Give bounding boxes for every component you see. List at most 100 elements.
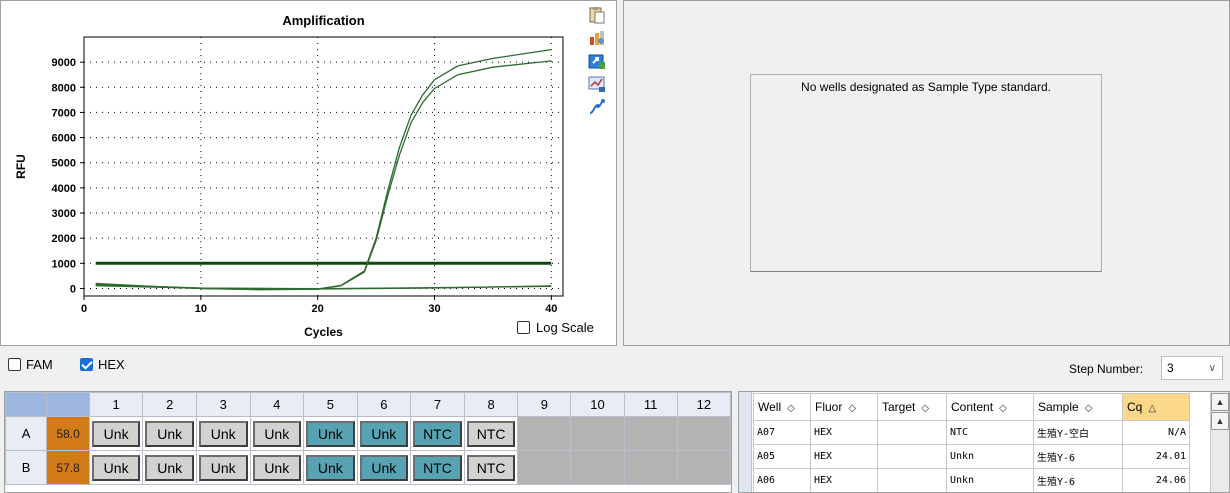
plate-well[interactable]: Unk xyxy=(142,416,197,451)
plate-well[interactable]: Unk xyxy=(195,416,251,451)
results-column-header[interactable]: Well ◇ xyxy=(753,393,811,421)
plate-well-empty[interactable] xyxy=(623,450,678,485)
plate-well[interactable]: Unk xyxy=(303,450,358,485)
step-number-select[interactable]: 3 ∨ xyxy=(1161,356,1223,380)
results-scrollbar[interactable]: ▲ ▲ xyxy=(1210,392,1229,492)
plate-well[interactable]: Unk xyxy=(142,450,197,485)
sort-icon[interactable]: ◇ xyxy=(848,403,856,414)
plate-well[interactable]: Unk xyxy=(356,416,412,451)
y-tick-label: 9000 xyxy=(52,57,76,69)
sort-icon[interactable]: ◇ xyxy=(921,403,929,414)
well-content-label: Unk xyxy=(145,420,194,447)
plate-column-header[interactable]: 2 xyxy=(142,392,197,417)
plate-corner xyxy=(46,392,90,417)
sort-icon[interactable]: △ xyxy=(1148,403,1156,414)
well-content-label: Unk xyxy=(359,420,409,447)
log-scale-label: Log Scale xyxy=(536,320,594,335)
plate-well[interactable]: Unk xyxy=(249,450,305,485)
curve-fit-icon[interactable] xyxy=(586,97,608,117)
plate-well-empty[interactable] xyxy=(570,450,625,485)
sort-icon[interactable]: ◇ xyxy=(1085,403,1093,414)
plate-column-header[interactable]: 4 xyxy=(249,392,305,417)
results-column-header[interactable]: Sample ◇ xyxy=(1033,393,1123,421)
scroll-up-icon[interactable]: ▲ xyxy=(1211,412,1229,430)
plate-column-header[interactable]: 8 xyxy=(463,392,519,417)
y-tick-label: 2000 xyxy=(52,233,76,245)
well-content-label: Unk xyxy=(198,454,248,481)
column-title: Target xyxy=(882,400,916,414)
plate-well[interactable]: NTC xyxy=(463,450,519,485)
results-cell: A07 xyxy=(753,420,811,445)
results-cell: HEX xyxy=(810,444,878,469)
results-cell: 生殖Y-6 xyxy=(1033,468,1123,492)
results-cell: HEX xyxy=(810,468,878,492)
plate-grid: 1 2 3 4 5 6 7 8 9 10 11 12 A 58.0 Unk Unk Unk Unk Unk Unk NT… xyxy=(5,392,731,485)
plate-well[interactable]: Unk xyxy=(356,450,412,485)
plate-well[interactable]: NTC xyxy=(410,416,465,451)
column-title: Fluor xyxy=(815,400,843,414)
plate-well[interactable]: Unk xyxy=(88,450,144,485)
plate-well[interactable]: NTC xyxy=(463,416,519,451)
plate-well[interactable]: Unk xyxy=(249,416,305,451)
plate-row-header[interactable]: B xyxy=(5,450,48,485)
plate-corner[interactable] xyxy=(5,392,48,417)
plate-column-header[interactable]: 5 xyxy=(303,392,358,417)
y-axis-label: RFU xyxy=(14,154,28,179)
y-tick-label: 8000 xyxy=(52,82,76,94)
row-selector-strip[interactable] xyxy=(739,392,752,492)
step-number-value: 3 xyxy=(1167,361,1174,375)
plate-well-empty[interactable] xyxy=(517,416,572,451)
results-row[interactable]: A07 HEX NTC 生殖Y-空白 N/A xyxy=(753,420,1190,445)
plate-well[interactable]: NTC xyxy=(410,450,465,485)
results-column-header[interactable]: Fluor ◇ xyxy=(810,393,878,421)
hex-toggle[interactable]: HEX xyxy=(80,357,125,372)
results-column-header[interactable]: Content ◇ xyxy=(946,393,1034,421)
y-tick-label: 7000 xyxy=(52,107,76,119)
results-column-header[interactable]: Cq △ xyxy=(1122,393,1190,421)
plate-well[interactable]: Unk xyxy=(88,416,144,451)
results-row[interactable]: A06 HEX Unkn 生殖Y-6 24.06 xyxy=(753,468,1190,492)
fam-checkbox[interactable] xyxy=(8,358,21,371)
y-tick-label: 4000 xyxy=(52,183,76,195)
log-scale-checkbox[interactable] xyxy=(517,321,530,334)
plate-column-header[interactable]: 11 xyxy=(623,392,678,417)
plate-column-header[interactable]: 7 xyxy=(410,392,465,417)
well-content-label: Unk xyxy=(306,420,355,447)
plate-well-empty[interactable] xyxy=(623,416,678,451)
results-row[interactable]: A05 HEX Unkn 生殖Y-6 24.01 xyxy=(753,444,1190,469)
results-column-header[interactable]: Target ◇ xyxy=(877,393,947,421)
plot-image-icon[interactable] xyxy=(586,74,608,94)
well-content-label: Unk xyxy=(145,454,194,481)
plate-well[interactable]: Unk xyxy=(195,450,251,485)
plate-column-header[interactable]: 12 xyxy=(676,392,731,417)
plate-well-empty[interactable] xyxy=(570,416,625,451)
sort-icon[interactable]: ◇ xyxy=(999,403,1007,414)
clipboard-icon[interactable] xyxy=(586,5,608,25)
log-scale-option[interactable]: Log Scale xyxy=(517,320,594,335)
plate-column-header[interactable]: 6 xyxy=(356,392,412,417)
results-cell xyxy=(877,444,947,469)
plate-row-header[interactable]: A xyxy=(5,416,48,451)
amplification-chart-panel: 0 1000 2000 3000 4000 5000 6000 7000 8000 9000 0 10… xyxy=(0,0,617,346)
plate-column-header[interactable]: 10 xyxy=(570,392,625,417)
plate-column-header[interactable]: 1 xyxy=(88,392,144,417)
y-tick-label: 6000 xyxy=(52,133,76,145)
chart-settings-icon[interactable] xyxy=(586,28,608,48)
export-icon[interactable] xyxy=(586,51,608,71)
results-cell: N/A xyxy=(1122,420,1190,445)
plate-well-empty[interactable] xyxy=(517,450,572,485)
sort-icon[interactable]: ◇ xyxy=(787,403,795,414)
results-cell xyxy=(877,420,947,445)
chevron-down-icon[interactable]: ∨ xyxy=(1209,363,1216,374)
hex-checkbox[interactable] xyxy=(80,358,93,371)
fam-toggle[interactable]: FAM xyxy=(8,357,53,372)
plate-well[interactable]: Unk xyxy=(303,416,358,451)
row-temperature: 57.8 xyxy=(46,450,90,485)
results-cell: A05 xyxy=(753,444,811,469)
plate-column-header[interactable]: 9 xyxy=(517,392,572,417)
plate-well-empty[interactable] xyxy=(676,450,731,485)
well-content-label: NTC xyxy=(413,420,462,447)
scroll-top-icon[interactable]: ▲ xyxy=(1211,393,1229,411)
plate-well-empty[interactable] xyxy=(676,416,731,451)
plate-column-header[interactable]: 3 xyxy=(195,392,251,417)
